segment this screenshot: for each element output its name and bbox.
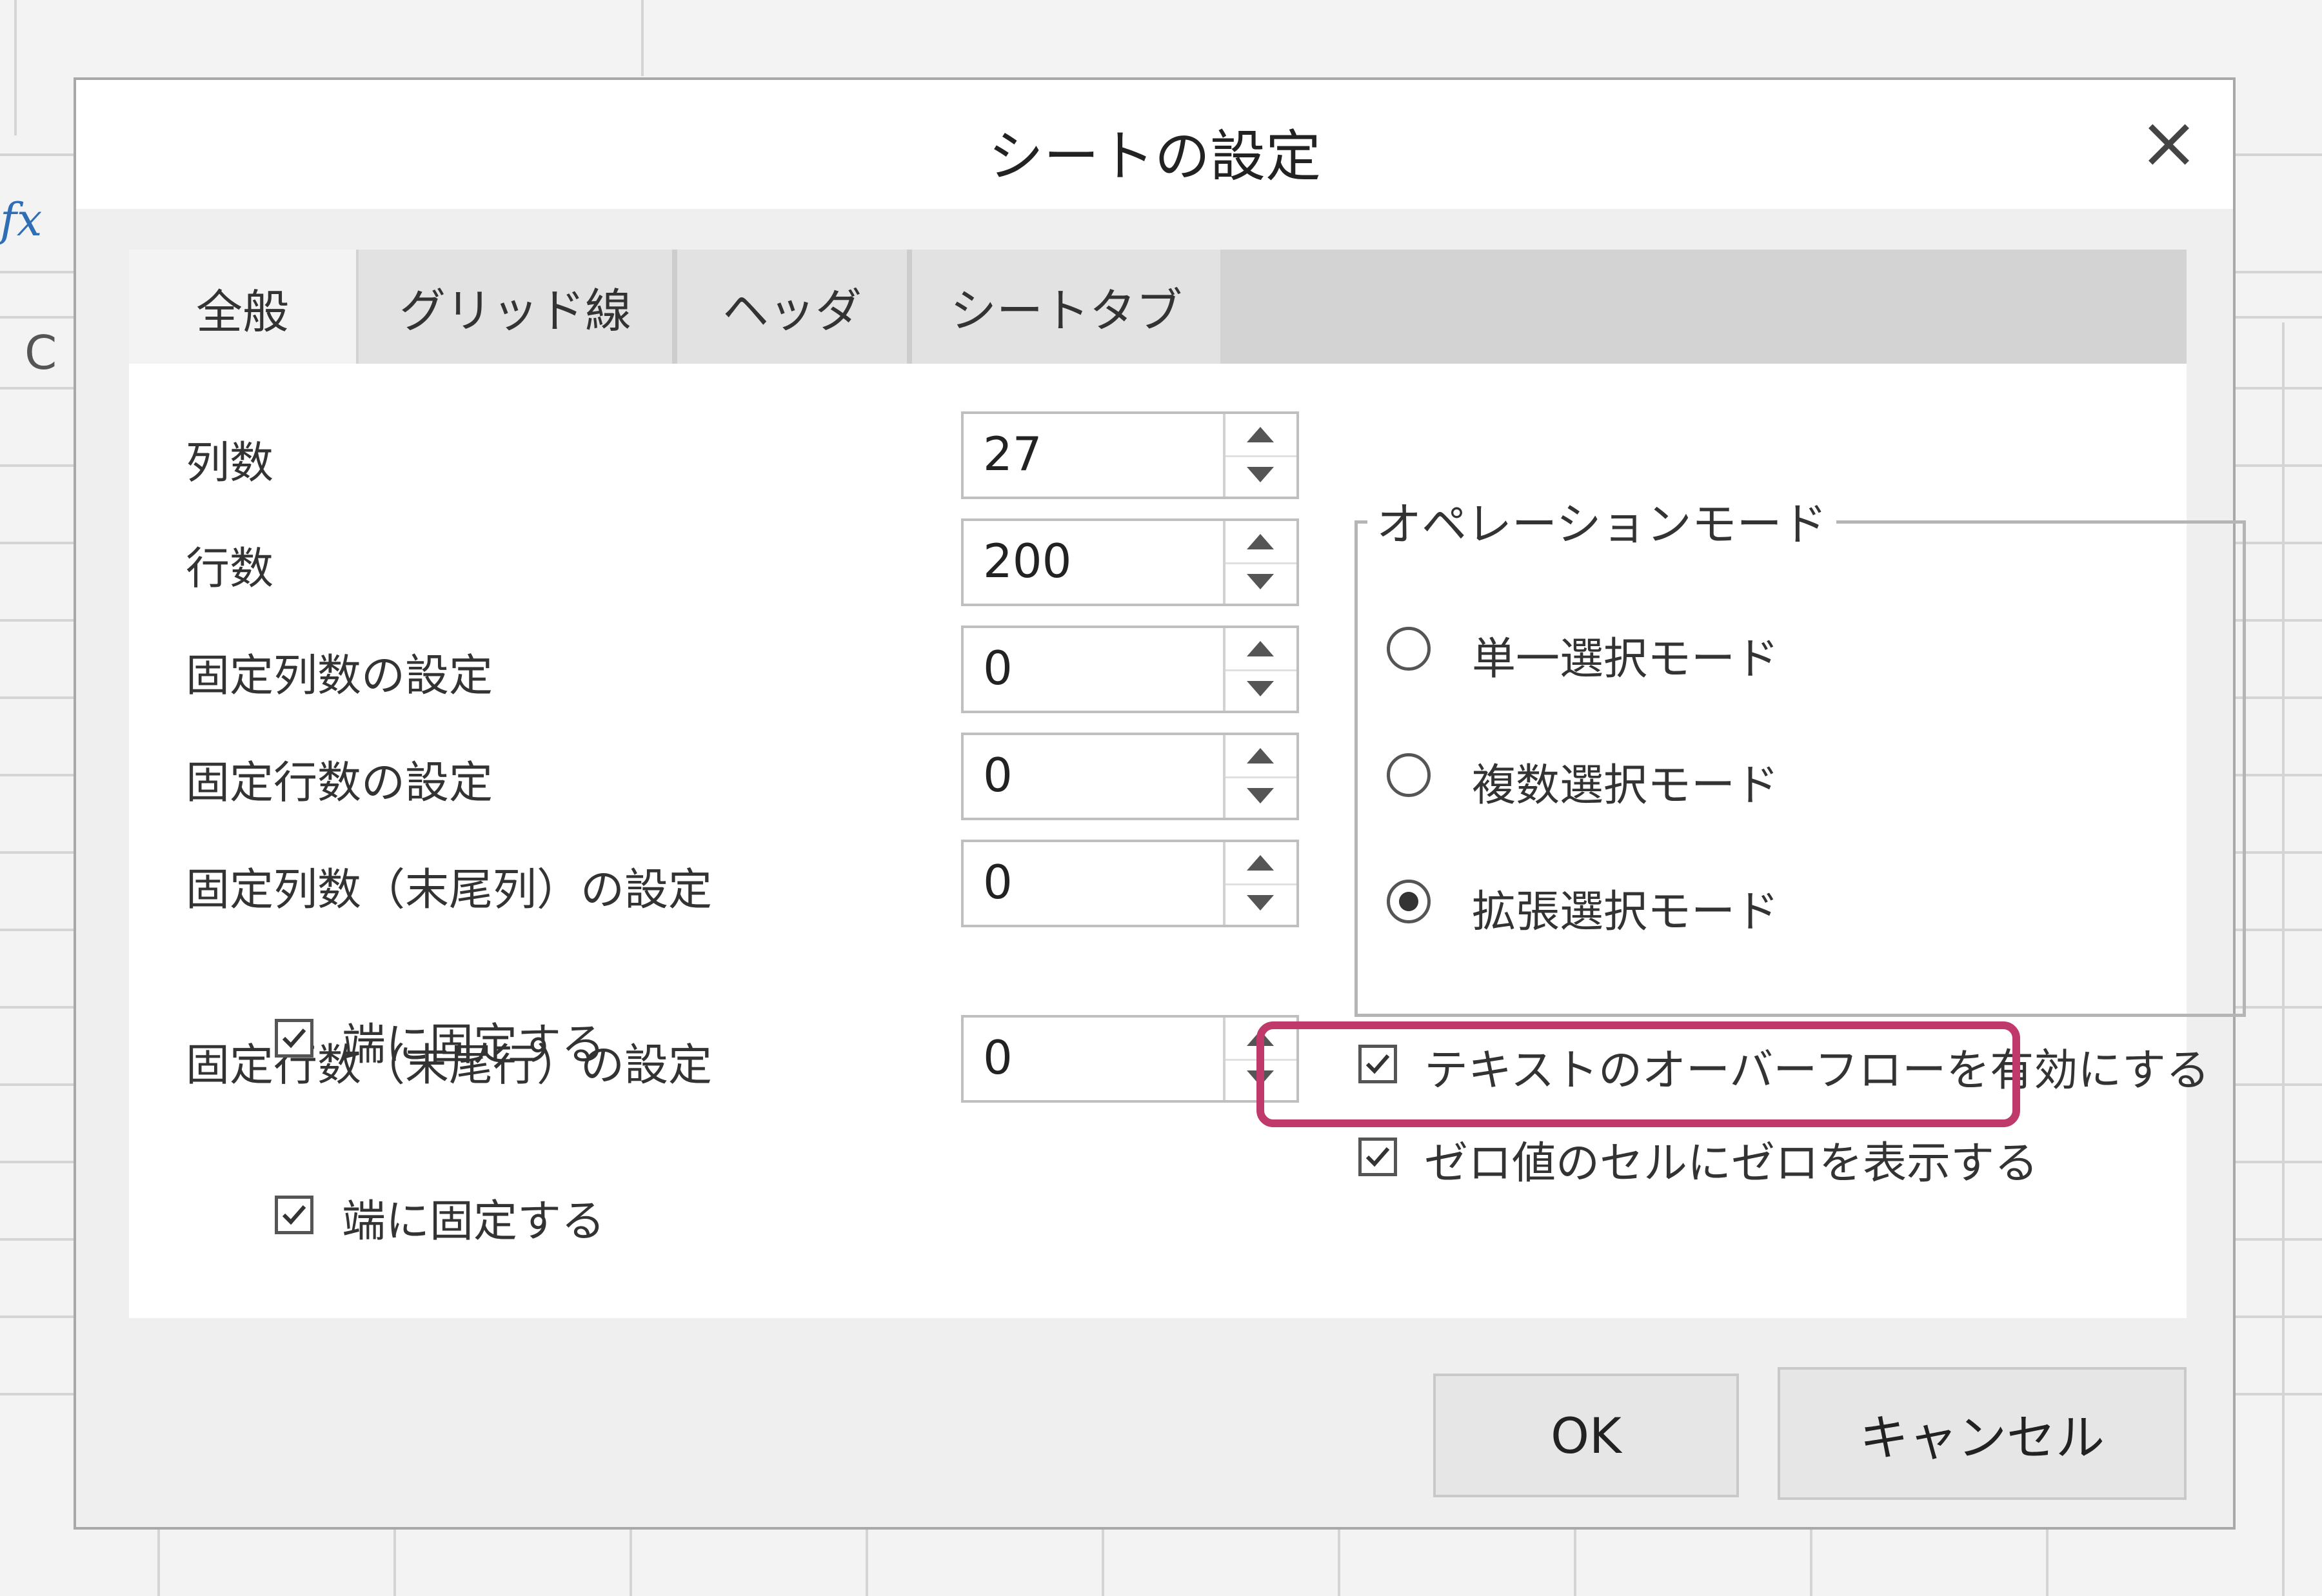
arrow-down-icon <box>1247 467 1274 482</box>
radio-selected-dot <box>1399 892 1418 911</box>
extended-select-radio[interactable] <box>1387 880 1431 923</box>
column-header-c[interactable]: C <box>25 326 57 380</box>
row-count-label: 行数 <box>186 544 274 595</box>
tab-gridlines[interactable]: グリッド線 <box>359 250 672 364</box>
decrement-button[interactable] <box>1226 776 1296 818</box>
pin-rows-checkbox[interactable] <box>275 1196 313 1234</box>
frozen-trailing-columns-stepper[interactable]: 0 <box>961 840 1299 927</box>
decrement-button[interactable] <box>1226 455 1296 497</box>
single-select-radio[interactable] <box>1387 627 1431 671</box>
cancel-button[interactable]: キャンセル <box>1778 1367 2187 1500</box>
extended-select-label[interactable]: 拡張選択モード <box>1472 876 1779 940</box>
decrement-button[interactable] <box>1226 883 1296 925</box>
grid-line <box>393 1530 396 1596</box>
operation-mode-legend: オペレーションモード <box>1367 488 1836 553</box>
pin-cols-label[interactable]: 端に固定する <box>342 1009 605 1072</box>
row-count-stepper[interactable]: 200 <box>961 518 1299 606</box>
tab-separator <box>672 250 677 364</box>
increment-button[interactable] <box>1226 735 1296 778</box>
arrow-down-icon <box>1247 788 1274 803</box>
frozen-columns-label: 固定列数の設定 <box>186 651 493 702</box>
arrow-up-icon <box>1247 641 1274 656</box>
increment-button[interactable] <box>1226 521 1296 564</box>
stepper-buttons <box>1223 414 1296 497</box>
frozen-trailing-rows-stepper[interactable]: 0 <box>961 1015 1299 1103</box>
arrow-up-icon <box>1247 427 1274 442</box>
frozen-columns-stepper[interactable]: 0 <box>961 626 1299 713</box>
general-tab-panel: 列数 行数 固定列数の設定 固定行数の設定 固定列数（末尾列）の設定 固定行数（… <box>129 364 2246 1318</box>
tab-general[interactable]: 全般 <box>129 250 356 366</box>
frozen-trailing-columns-label: 固定列数（末尾列）の設定 <box>186 865 713 916</box>
highlight-box <box>1256 1021 2020 1127</box>
pin-rows-label[interactable]: 端に固定する <box>342 1185 605 1249</box>
pin-cols-checkbox[interactable] <box>275 1019 313 1058</box>
grid-line <box>641 0 644 76</box>
grid-line <box>866 1530 868 1596</box>
grid-line <box>1338 1530 1340 1596</box>
stepper-buttons <box>1223 842 1296 925</box>
grid-line <box>14 0 17 135</box>
sheet-settings-dialog: シートの設定 全般 グリッド線 ヘッダ シートタブ 列数 行数 固定列数の設定 … <box>74 77 2246 1530</box>
formula-fx-icon[interactable]: fx <box>0 193 42 246</box>
tab-strip: 全般 グリッド線 ヘッダ シートタブ <box>129 250 2187 366</box>
checkmark-icon <box>1365 1147 1390 1167</box>
column-count-value[interactable]: 27 <box>983 427 1042 481</box>
multi-select-radio[interactable] <box>1387 753 1431 797</box>
stepper-buttons <box>1223 735 1296 818</box>
arrow-up-icon <box>1247 855 1274 871</box>
checkmark-icon <box>282 1029 306 1049</box>
frozen-rows-stepper[interactable]: 0 <box>961 733 1299 820</box>
show-zero-label[interactable]: ゼロ値のセルにゼロを表示する <box>1424 1127 2038 1191</box>
frozen-rows-value[interactable]: 0 <box>983 748 1013 802</box>
stepper-buttons <box>1223 521 1296 604</box>
arrow-up-icon <box>1247 534 1274 549</box>
increment-button[interactable] <box>1226 628 1296 671</box>
decrement-button[interactable] <box>1226 562 1296 604</box>
arrow-down-icon <box>1247 574 1274 589</box>
show-zero-checkbox[interactable] <box>1358 1138 1397 1176</box>
grid-line <box>1574 1530 1576 1596</box>
grid-line <box>1810 1530 1812 1596</box>
grid-line <box>630 1530 632 1596</box>
stepper-buttons <box>1223 628 1296 711</box>
tab-sheettab[interactable]: シートタブ <box>912 250 1220 364</box>
tab-header[interactable]: ヘッダ <box>677 250 907 364</box>
single-select-label[interactable]: 単一選択モード <box>1472 623 1779 687</box>
increment-button[interactable] <box>1226 842 1296 885</box>
arrow-up-icon <box>1247 748 1274 764</box>
ok-button[interactable]: OK <box>1433 1374 1739 1497</box>
decrement-button[interactable] <box>1226 669 1296 711</box>
column-count-label: 列数 <box>186 438 274 489</box>
tab-separator <box>907 250 912 364</box>
row-count-value[interactable]: 200 <box>983 534 1071 588</box>
grid-line <box>2046 1530 2049 1596</box>
increment-button[interactable] <box>1226 414 1296 457</box>
column-count-stepper[interactable]: 27 <box>961 411 1299 499</box>
arrow-down-icon <box>1247 895 1274 911</box>
checkmark-icon <box>282 1205 306 1225</box>
frozen-trailing-rows-value[interactable]: 0 <box>983 1030 1013 1085</box>
multi-select-label[interactable]: 複数選択モード <box>1472 749 1779 813</box>
grid-line <box>1102 1530 1104 1596</box>
grid-line <box>157 1530 160 1596</box>
dialog-titlebar: シートの設定 <box>76 80 2233 209</box>
frozen-rows-label: 固定行数の設定 <box>186 758 493 809</box>
frozen-trailing-columns-value[interactable]: 0 <box>983 855 1013 909</box>
dialog-title: シートの設定 <box>988 124 1321 189</box>
close-icon[interactable] <box>2143 119 2194 170</box>
arrow-down-icon <box>1247 681 1274 696</box>
grid-line <box>2282 322 2285 1596</box>
frozen-columns-value[interactable]: 0 <box>983 641 1013 695</box>
